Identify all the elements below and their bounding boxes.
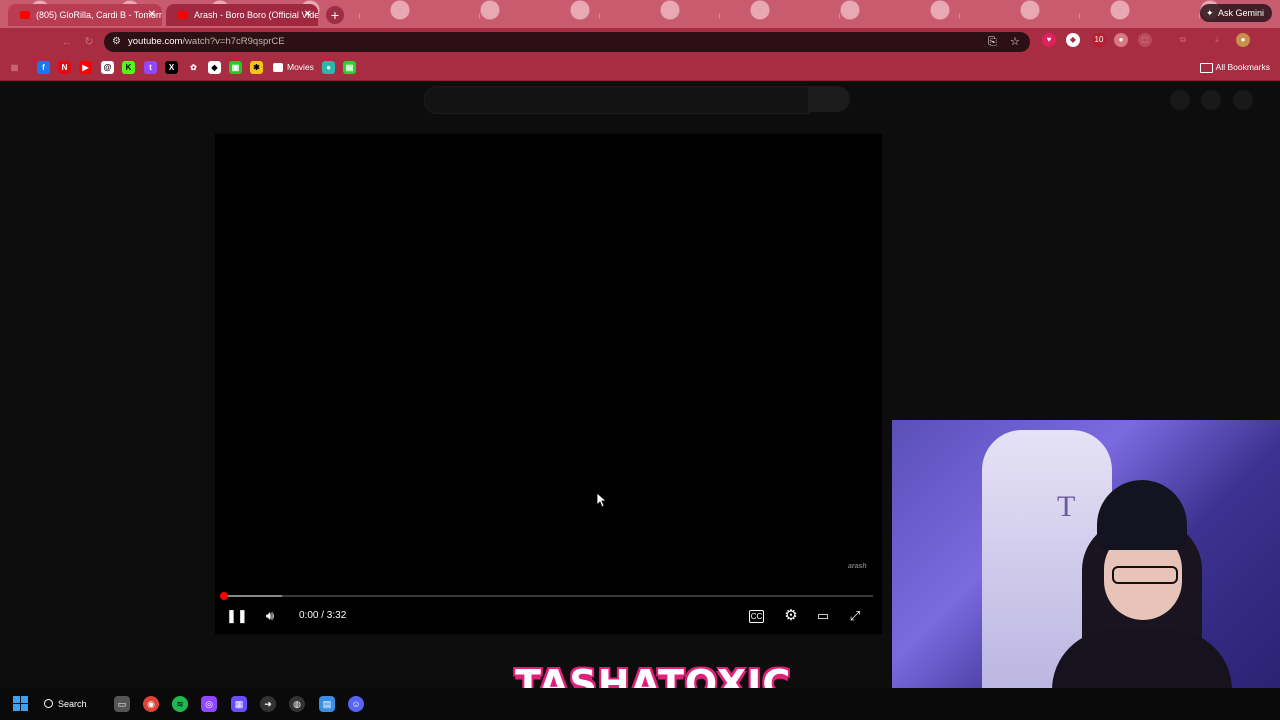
captions-icon[interactable]: CC (749, 610, 764, 623)
extension-icon[interactable]: ♥ (1042, 33, 1056, 47)
twitch-icon[interactable]: t (144, 61, 157, 74)
extension-badge-count: 10 (1094, 35, 1104, 44)
site-info-icon[interactable]: ⚙ (112, 36, 121, 47)
fullscreen-icon[interactable]: ⤢ (845, 606, 865, 626)
back-arrow-icon[interactable]: ← (60, 36, 74, 48)
bookmark-icon[interactable]: ▣ (229, 61, 242, 74)
tab-glorilla[interactable]: (805) GloRilla, Cardi B - Tomorro ✕ (8, 4, 162, 26)
ask-gemini-button[interactable]: ✦ Ask Gemini (1199, 4, 1272, 22)
discord-icon[interactable]: ☺ (348, 696, 364, 712)
tab-title: Arash - Boro Boro (Official Vide (194, 10, 318, 20)
bookmark-icon[interactable]: ▤ (343, 61, 356, 74)
extension-icon[interactable]: ● (1114, 33, 1128, 47)
pause-button[interactable]: ❚❚ (226, 606, 248, 626)
volume-icon[interactable]: 🔊︎ (260, 606, 280, 626)
youtube-search-button[interactable] (808, 86, 850, 112)
x-icon[interactable]: X (165, 61, 178, 74)
mouse-cursor-icon (597, 493, 607, 508)
notifications-icon[interactable] (1201, 90, 1221, 110)
windows-start-icon[interactable] (13, 696, 29, 712)
tab-strip: (805) GloRilla, Cardi B - Tomorro ✕ Aras… (0, 0, 1280, 28)
sparkle-icon: ✦ (1205, 8, 1214, 18)
youtube-icon[interactable]: ▶ (79, 61, 92, 74)
streamer (1042, 480, 1232, 720)
extension-icon[interactable]: ▢ (1138, 33, 1152, 47)
scrubber-handle[interactable] (220, 592, 228, 600)
bookmark-icon[interactable]: ● (322, 61, 335, 74)
youtube-search-input[interactable] (424, 86, 810, 114)
extension-badge-icon[interactable]: 10 (1092, 33, 1106, 47)
chrome-icon[interactable]: ◉ (143, 696, 159, 712)
apps-grid-icon[interactable]: ▦ (8, 61, 21, 74)
time-display: 0:00 / 3:32 (299, 610, 347, 621)
youtube-favicon-icon (178, 11, 188, 19)
obs-icon[interactable]: ◍ (289, 696, 305, 712)
new-tab-button[interactable]: + (326, 6, 344, 24)
profile-avatar[interactable]: ● (1236, 33, 1250, 47)
facebook-icon[interactable]: f (37, 61, 50, 74)
all-bookmarks-button[interactable]: All Bookmarks (1199, 61, 1270, 74)
task-view-icon[interactable]: ▭ (114, 696, 130, 712)
app-icon[interactable]: ▦ (231, 696, 247, 712)
bookmark-star-icon[interactable]: ☆ (1010, 34, 1020, 50)
threads-icon[interactable]: @ (101, 61, 114, 74)
progress-bar[interactable] (220, 592, 873, 600)
ask-gemini-label: Ask Gemini (1217, 8, 1264, 18)
spotify-icon[interactable]: ≋ (172, 696, 188, 712)
video-watermark: arash (848, 563, 867, 570)
bookmark-icon[interactable]: ✱ (250, 61, 263, 74)
bookmark-movies[interactable]: Movies (273, 61, 314, 74)
url-path: /watch?v=h7cR9qsprCE (182, 36, 285, 47)
notepad-icon[interactable]: ▤ (319, 696, 335, 712)
puzzle-extensions-icon[interactable]: ⧉ (1176, 33, 1190, 47)
install-app-icon[interactable]: ⎘ (988, 34, 997, 50)
settings-gear-icon[interactable]: ⚙ (781, 606, 801, 626)
app-icon[interactable]: ◎ (201, 696, 217, 712)
bookmark-icon[interactable]: ✿ (187, 61, 200, 74)
youtube-favicon-icon (20, 11, 30, 19)
account-avatar[interactable] (1233, 90, 1253, 110)
tab-arash[interactable]: Arash - Boro Boro (Official Vide ✕ (166, 4, 318, 26)
buffered-bar (223, 595, 282, 597)
bookmark-icon[interactable]: ◆ (208, 61, 221, 74)
bookmarks-bar: ▦ f N ▶ K @ t X ✿ ◆ ▣ ✱ Movies ● ▤ All B… (0, 56, 1280, 81)
close-tab-icon[interactable]: ✕ (304, 4, 312, 26)
address-bar[interactable]: ⚙ youtube.com/watch?v=h7cR9qsprCE ⎘ ☆ (104, 32, 1030, 52)
close-tab-icon[interactable]: ✕ (148, 4, 156, 26)
extension-icon[interactable]: ◆ (1066, 33, 1080, 47)
netflix-icon[interactable]: N (58, 61, 71, 74)
video-player[interactable] (215, 134, 882, 634)
taskbar-search[interactable]: Search (44, 696, 87, 712)
url-host: youtube.com (128, 36, 183, 47)
reload-icon[interactable]: ↻ (82, 36, 96, 48)
url-text[interactable]: youtube.com/watch?v=h7cR9qsprCE (128, 32, 285, 52)
theater-mode-icon[interactable]: ▭ (813, 606, 833, 626)
download-icon[interactable]: ⤓ (1210, 33, 1224, 47)
tab-title: (805) GloRilla, Cardi B - Tomorro (36, 10, 162, 20)
windows-taskbar: Search ▭ ◉ ≋ ◎ ▦ ➜ ◍ ▤ ☺ (0, 688, 1280, 720)
webcam-overlay: T (892, 420, 1280, 720)
kick-icon[interactable]: K (122, 61, 135, 74)
create-icon[interactable] (1170, 90, 1190, 110)
app-icon[interactable]: ➜ (260, 696, 276, 712)
